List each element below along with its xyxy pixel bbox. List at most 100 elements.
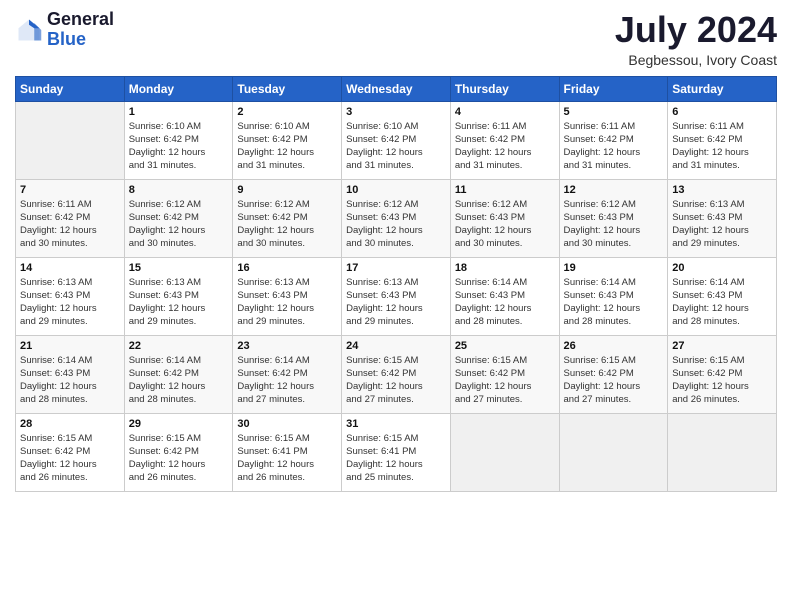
day-detail: Sunrise: 6:11 AM Sunset: 6:42 PM Dayligh… xyxy=(455,120,555,173)
logo: General Blue xyxy=(15,10,114,50)
day-detail: Sunrise: 6:15 AM Sunset: 6:42 PM Dayligh… xyxy=(564,354,664,407)
day-detail: Sunrise: 6:10 AM Sunset: 6:42 PM Dayligh… xyxy=(129,120,229,173)
day-number: 11 xyxy=(455,184,555,196)
calendar-cell: 2Sunrise: 6:10 AM Sunset: 6:42 PM Daylig… xyxy=(233,101,342,179)
calendar-cell: 28 Sunrise: 6:15 AM Sunset: 6:42 PM Dayli… xyxy=(16,413,125,491)
calendar-cell: 5 Sunrise: 6:11 AM Sunset: 6:42 PM Daylig… xyxy=(559,101,668,179)
calendar-cell xyxy=(450,413,559,491)
calendar-table: SundayMondayTuesdayWednesdayThursdayFrid… xyxy=(15,76,777,492)
day-detail: Sunrise: 6:13 AM Sunset: 6:43 PM Dayligh… xyxy=(129,276,229,329)
day-detail: Sunrise: 6:15 AM Sunset: 6:42 PM Dayligh… xyxy=(455,354,555,407)
day-header-sunday: Sunday xyxy=(16,76,125,101)
day-detail: Sunrise: 6:12 AM Sunset: 6:43 PM Dayligh… xyxy=(564,198,664,251)
week-row-2: 7 Sunrise: 6:11 AM Sunset: 6:42 PM Daylig… xyxy=(16,179,777,257)
week-row-3: 14Sunrise: 6:13 AM Sunset: 6:43 PM Dayli… xyxy=(16,257,777,335)
logo-blue: Blue xyxy=(47,30,114,50)
day-detail: Sunrise: 6:11 AM Sunset: 6:42 PM Dayligh… xyxy=(564,120,664,173)
calendar-cell: 19 Sunrise: 6:14 AM Sunset: 6:43 PM Dayli… xyxy=(559,257,668,335)
calendar-cell: 17 Sunrise: 6:13 AM Sunset: 6:43 PM Dayli… xyxy=(342,257,451,335)
day-detail: Sunrise: 6:12 AM Sunset: 6:43 PM Dayligh… xyxy=(455,198,555,251)
calendar-cell: 15 Sunrise: 6:13 AM Sunset: 6:43 PM Dayli… xyxy=(124,257,233,335)
day-number: 18 xyxy=(455,262,555,274)
day-number: 17 xyxy=(346,262,446,274)
day-detail: Sunrise: 6:13 AM Sunset: 6:43 PM Dayligh… xyxy=(20,276,120,329)
day-number: 19 xyxy=(564,262,664,274)
calendar-cell: 4 Sunrise: 6:11 AM Sunset: 6:42 PM Daylig… xyxy=(450,101,559,179)
day-number: 13 xyxy=(672,184,772,196)
calendar-cell: 3 Sunrise: 6:10 AM Sunset: 6:42 PM Daylig… xyxy=(342,101,451,179)
day-header-wednesday: Wednesday xyxy=(342,76,451,101)
day-detail: Sunrise: 6:15 AM Sunset: 6:42 PM Dayligh… xyxy=(346,354,446,407)
week-row-4: 21Sunrise: 6:14 AM Sunset: 6:43 PM Dayli… xyxy=(16,335,777,413)
calendar-cell: 29Sunrise: 6:15 AM Sunset: 6:42 PM Dayli… xyxy=(124,413,233,491)
day-header-saturday: Saturday xyxy=(668,76,777,101)
day-number: 28 xyxy=(20,418,120,430)
calendar-cell: 27 Sunrise: 6:15 AM Sunset: 6:42 PM Dayli… xyxy=(668,335,777,413)
day-detail: Sunrise: 6:11 AM Sunset: 6:42 PM Dayligh… xyxy=(672,120,772,173)
day-detail: Sunrise: 6:11 AM Sunset: 6:42 PM Dayligh… xyxy=(20,198,120,251)
calendar-cell: 14Sunrise: 6:13 AM Sunset: 6:43 PM Dayli… xyxy=(16,257,125,335)
day-number: 8 xyxy=(129,184,229,196)
day-detail: Sunrise: 6:15 AM Sunset: 6:42 PM Dayligh… xyxy=(672,354,772,407)
calendar-cell: 1 Sunrise: 6:10 AM Sunset: 6:42 PM Daylig… xyxy=(124,101,233,179)
day-number: 30 xyxy=(237,418,337,430)
calendar-cell: 7 Sunrise: 6:11 AM Sunset: 6:42 PM Daylig… xyxy=(16,179,125,257)
calendar-cell: 13 Sunrise: 6:13 AM Sunset: 6:43 PM Dayli… xyxy=(668,179,777,257)
week-row-1: 1 Sunrise: 6:10 AM Sunset: 6:42 PM Daylig… xyxy=(16,101,777,179)
day-detail: Sunrise: 6:10 AM Sunset: 6:42 PM Dayligh… xyxy=(346,120,446,173)
day-detail: Sunrise: 6:14 AM Sunset: 6:43 PM Dayligh… xyxy=(564,276,664,329)
page: General Blue July 2024 Begbessou, Ivory … xyxy=(0,0,792,612)
header: General Blue July 2024 Begbessou, Ivory … xyxy=(15,10,777,68)
day-number: 4 xyxy=(455,106,555,118)
calendar-cell: 12 Sunrise: 6:12 AM Sunset: 6:43 PM Dayli… xyxy=(559,179,668,257)
day-number: 20 xyxy=(672,262,772,274)
calendar-cell: 31Sunrise: 6:15 AM Sunset: 6:41 PM Dayli… xyxy=(342,413,451,491)
day-number: 15 xyxy=(129,262,229,274)
day-detail: Sunrise: 6:13 AM Sunset: 6:43 PM Dayligh… xyxy=(672,198,772,251)
calendar-cell: 20Sunrise: 6:14 AM Sunset: 6:43 PM Dayli… xyxy=(668,257,777,335)
calendar-cell: 6 Sunrise: 6:11 AM Sunset: 6:42 PM Daylig… xyxy=(668,101,777,179)
calendar-cell: 11 Sunrise: 6:12 AM Sunset: 6:43 PM Dayli… xyxy=(450,179,559,257)
day-number: 22 xyxy=(129,340,229,352)
day-detail: Sunrise: 6:13 AM Sunset: 6:43 PM Dayligh… xyxy=(346,276,446,329)
day-number: 12 xyxy=(564,184,664,196)
calendar-cell: 21Sunrise: 6:14 AM Sunset: 6:43 PM Dayli… xyxy=(16,335,125,413)
calendar-cell: 22 Sunrise: 6:14 AM Sunset: 6:42 PM Dayli… xyxy=(124,335,233,413)
day-detail: Sunrise: 6:15 AM Sunset: 6:41 PM Dayligh… xyxy=(237,432,337,485)
day-number: 25 xyxy=(455,340,555,352)
calendar-cell: 23Sunrise: 6:14 AM Sunset: 6:42 PM Dayli… xyxy=(233,335,342,413)
day-detail: Sunrise: 6:12 AM Sunset: 6:42 PM Dayligh… xyxy=(237,198,337,251)
logo-general: General xyxy=(47,10,114,30)
week-row-5: 28 Sunrise: 6:15 AM Sunset: 6:42 PM Dayli… xyxy=(16,413,777,491)
day-number: 5 xyxy=(564,106,664,118)
day-number: 29 xyxy=(129,418,229,430)
calendar-cell: 26 Sunrise: 6:15 AM Sunset: 6:42 PM Dayli… xyxy=(559,335,668,413)
day-detail: Sunrise: 6:12 AM Sunset: 6:42 PM Dayligh… xyxy=(129,198,229,251)
day-detail: Sunrise: 6:10 AM Sunset: 6:42 PM Dayligh… xyxy=(237,120,337,173)
calendar-cell: 9Sunrise: 6:12 AM Sunset: 6:42 PM Daylig… xyxy=(233,179,342,257)
calendar-cell: 18Sunrise: 6:14 AM Sunset: 6:43 PM Dayli… xyxy=(450,257,559,335)
day-number: 24 xyxy=(346,340,446,352)
day-detail: Sunrise: 6:14 AM Sunset: 6:42 PM Dayligh… xyxy=(129,354,229,407)
day-detail: Sunrise: 6:13 AM Sunset: 6:43 PM Dayligh… xyxy=(237,276,337,329)
title-section: July 2024 Begbessou, Ivory Coast xyxy=(615,10,777,68)
day-detail: Sunrise: 6:14 AM Sunset: 6:42 PM Dayligh… xyxy=(237,354,337,407)
calendar-cell xyxy=(559,413,668,491)
day-number: 1 xyxy=(129,106,229,118)
day-detail: Sunrise: 6:14 AM Sunset: 6:43 PM Dayligh… xyxy=(20,354,120,407)
day-number: 26 xyxy=(564,340,664,352)
calendar-cell: 8 Sunrise: 6:12 AM Sunset: 6:42 PM Daylig… xyxy=(124,179,233,257)
day-number: 27 xyxy=(672,340,772,352)
logo-text: General Blue xyxy=(47,10,114,50)
day-detail: Sunrise: 6:15 AM Sunset: 6:42 PM Dayligh… xyxy=(20,432,120,485)
calendar-cell: 24 Sunrise: 6:15 AM Sunset: 6:42 PM Dayli… xyxy=(342,335,451,413)
day-number: 6 xyxy=(672,106,772,118)
day-number: 7 xyxy=(20,184,120,196)
calendar-cell: 30 Sunrise: 6:15 AM Sunset: 6:41 PM Dayli… xyxy=(233,413,342,491)
location: Begbessou, Ivory Coast xyxy=(615,52,777,68)
day-number: 3 xyxy=(346,106,446,118)
month-year: July 2024 xyxy=(615,10,777,50)
general-blue-icon xyxy=(15,16,43,44)
day-number: 16 xyxy=(237,262,337,274)
day-header-tuesday: Tuesday xyxy=(233,76,342,101)
